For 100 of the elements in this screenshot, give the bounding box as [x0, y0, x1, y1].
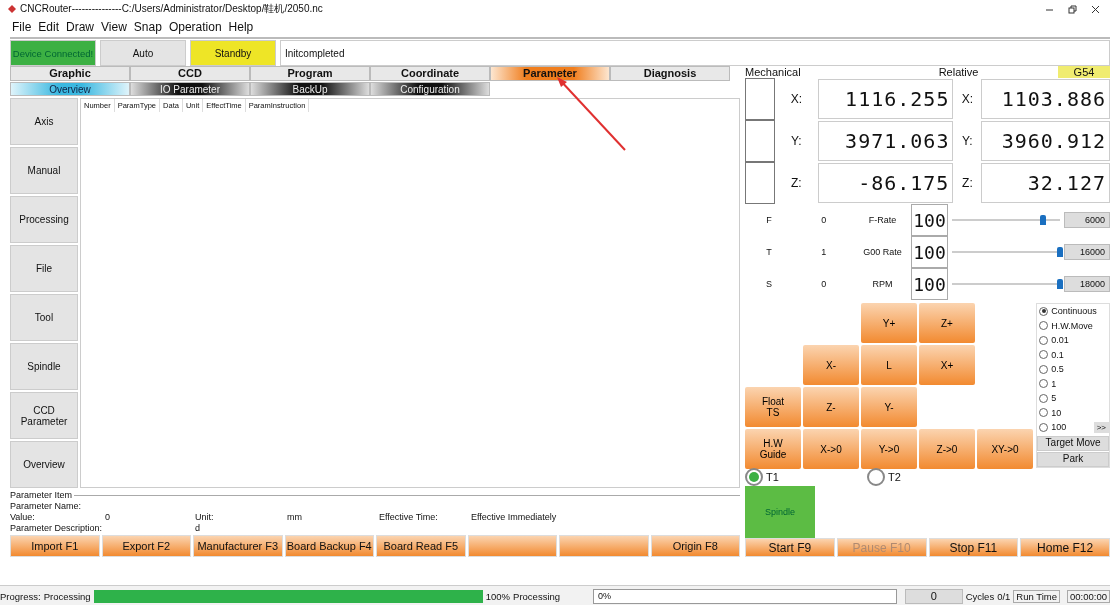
progress-percent: 100%: [485, 590, 511, 602]
slider-thumb[interactable]: [1057, 247, 1064, 257]
rate-reading: 16000: [1064, 244, 1110, 260]
axis-label: Z:: [790, 176, 803, 190]
subtab[interactable]: BackUp: [250, 81, 370, 97]
slider-thumb[interactable]: [1057, 279, 1064, 289]
function-button[interactable]: Stop F11: [928, 538, 1019, 557]
radio-label: T1: [766, 471, 779, 483]
tab[interactable]: Coordinate: [370, 66, 490, 81]
coordinate-display: -86.175: [817, 163, 954, 203]
more-button[interactable]: >>: [1093, 421, 1109, 433]
menu-item[interactable]: View: [101, 20, 127, 34]
side-button[interactable]: Target Move: [1037, 435, 1109, 451]
blank-button[interactable]: [559, 534, 649, 557]
jog-button[interactable]: Y-: [861, 387, 917, 427]
slider-thumb[interactable]: [1039, 215, 1046, 225]
menu-item[interactable]: Help: [228, 20, 254, 34]
function-button[interactable]: Export F2: [101, 534, 191, 557]
sidebar-button[interactable]: CCD Parameter: [10, 392, 78, 440]
job-progress: 0%: [593, 588, 897, 604]
rate-value: 1: [820, 247, 828, 257]
radio-button[interactable]: [867, 468, 885, 486]
blank-button[interactable]: [467, 534, 557, 557]
percent-display: 100: [910, 236, 949, 268]
subtab[interactable]: IO Parameter: [130, 81, 250, 97]
side-button[interactable]: Park: [1037, 451, 1109, 467]
tab[interactable]: Parameter: [490, 66, 610, 81]
window-title: CNCRouter---------------C:/Users/Administrator/Desktop/鞋机/2050.nc: [20, 2, 323, 16]
cycles-label: Cycles: [965, 590, 995, 602]
rate-reading: 6000: [1064, 212, 1110, 228]
coordinate-display: 1116.255: [817, 79, 954, 119]
jog-button[interactable]: Z-: [803, 387, 859, 427]
axis-indicator: [745, 120, 775, 162]
radio-label: Continuous: [1051, 306, 1097, 317]
rate-letter: S: [764, 279, 773, 289]
jog-button[interactable]: H.W Guide: [745, 429, 801, 469]
function-button[interactable]: Board Read F5: [376, 534, 466, 557]
menu-item[interactable]: Snap: [133, 20, 162, 34]
tab[interactable]: Graphic: [10, 66, 130, 81]
field-label: Value:: [10, 511, 36, 522]
jog-button[interactable]: Y+: [861, 303, 917, 343]
coordinate-display: 3971.063: [817, 121, 954, 161]
radio-label: H.W.Move: [1051, 320, 1093, 331]
jog-button[interactable]: X+: [919, 345, 975, 385]
jog-button[interactable]: Z->0: [919, 429, 975, 469]
section-label: Mechanical: [745, 66, 801, 78]
jog-button[interactable]: Z+: [919, 303, 975, 343]
rate-letter: F: [765, 215, 773, 225]
jog-button[interactable]: Y->0: [861, 429, 917, 469]
function-button[interactable]: Board Backup F4: [284, 534, 374, 557]
function-button[interactable]: Import F1: [10, 534, 100, 557]
cycles-value: 0/1: [997, 590, 1011, 602]
jog-button[interactable]: Float TS: [745, 387, 801, 427]
subtab[interactable]: Configuration: [370, 81, 490, 97]
restore-icon[interactable]: [1068, 4, 1077, 14]
status-indicator: Device Connected!: [10, 40, 96, 66]
status-indicator: Auto: [100, 40, 186, 66]
sidebar-button[interactable]: Manual: [10, 147, 78, 195]
tab[interactable]: Diagnosis: [610, 66, 730, 81]
percent-display: 100: [910, 268, 949, 300]
function-button[interactable]: Origin F8: [650, 534, 740, 557]
count-display: 0: [904, 588, 963, 604]
axis-label: Z:: [961, 176, 974, 190]
radio-label: 0.5: [1051, 364, 1064, 375]
sidebar-button[interactable]: Overview: [10, 441, 78, 489]
coordinate-system: G54: [1058, 66, 1110, 78]
sidebar-button[interactable]: File: [10, 245, 78, 293]
menu-item[interactable]: Edit: [38, 20, 60, 34]
axis-label: Y:: [961, 134, 974, 148]
tab[interactable]: CCD: [130, 66, 250, 81]
coordinate-display: 32.127: [981, 163, 1110, 203]
progress-state: Processing: [513, 590, 561, 602]
rate-name: F-Rate: [867, 215, 898, 225]
status-indicator: Standby: [190, 40, 276, 66]
axis-label: X:: [789, 92, 804, 106]
field-label: Unit:: [195, 511, 215, 522]
field-value: Effective Immediately: [471, 511, 557, 522]
sidebar-button[interactable]: Processing: [10, 196, 78, 244]
menu-item[interactable]: Draw: [66, 20, 95, 34]
menu-item[interactable]: Operation: [168, 20, 222, 34]
radio-label: 10: [1051, 407, 1062, 418]
jog-button[interactable]: XY->0: [977, 429, 1033, 469]
sidebar-button[interactable]: Spindle: [10, 343, 78, 391]
close-icon[interactable]: [1091, 4, 1100, 14]
sidebar-button[interactable]: Axis: [10, 98, 78, 146]
sidebar-button[interactable]: Tool: [10, 294, 78, 342]
function-button[interactable]: Home F12: [1020, 538, 1110, 557]
rate-reading: 18000: [1064, 276, 1110, 292]
function-button[interactable]: Start F9: [745, 538, 835, 557]
progress-state: Processing: [43, 590, 91, 602]
field-value: 0: [105, 511, 111, 522]
jog-button[interactable]: X-: [803, 345, 859, 385]
subtab[interactable]: Overview: [10, 81, 130, 97]
function-button[interactable]: Manufacturer F3: [193, 534, 283, 557]
menu-item[interactable]: File: [12, 20, 32, 34]
percent-display: 100: [910, 204, 949, 236]
jog-button[interactable]: L: [861, 345, 917, 385]
jog-button[interactable]: X->0: [803, 429, 859, 469]
tab[interactable]: Program: [250, 66, 370, 81]
rate-name: G00 Rate: [862, 247, 903, 257]
